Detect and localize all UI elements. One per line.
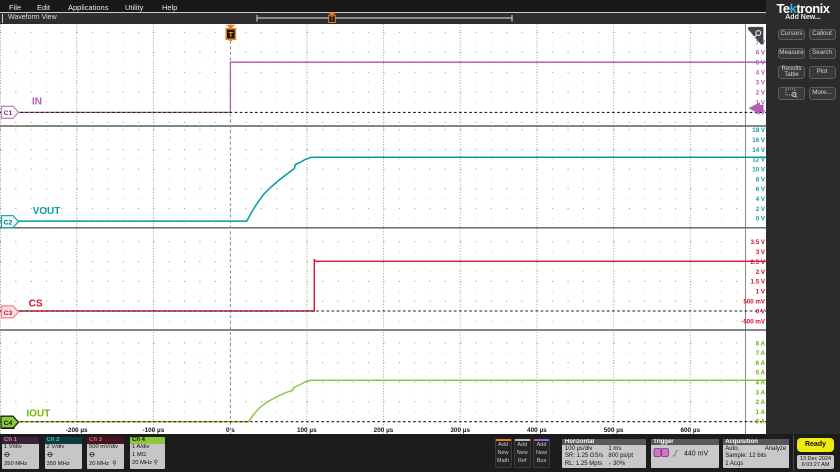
svg-text:0 A: 0 A xyxy=(756,419,766,426)
svg-text:3 A: 3 A xyxy=(756,389,766,396)
svg-text:14 V: 14 V xyxy=(752,147,766,154)
svg-text:6 A: 6 A xyxy=(756,360,766,367)
svg-text:C2: C2 xyxy=(4,220,13,227)
svg-text:2 V: 2 V xyxy=(756,90,766,97)
svg-text:300 µs: 300 µs xyxy=(450,427,470,434)
svg-text:3.5 V: 3.5 V xyxy=(751,239,766,246)
svg-text:5 A: 5 A xyxy=(756,370,766,377)
svg-text:500 µs: 500 µs xyxy=(604,427,624,434)
svg-text:T: T xyxy=(229,30,234,39)
svg-text:1.5 V: 1.5 V xyxy=(751,279,766,286)
svg-text:4 A: 4 A xyxy=(756,380,766,387)
svg-text:2 A: 2 A xyxy=(756,399,766,406)
svg-text:T: T xyxy=(330,17,334,23)
svg-text:-200 µs: -200 µs xyxy=(66,427,88,434)
svg-text:100 µs: 100 µs xyxy=(297,427,317,434)
svg-text:3 V: 3 V xyxy=(756,80,766,87)
svg-text:5 V: 5 V xyxy=(756,60,766,67)
svg-text:1 V: 1 V xyxy=(756,289,766,296)
svg-text:0 V: 0 V xyxy=(756,216,766,223)
svg-text:CS: CS xyxy=(29,299,43,310)
svg-text:0 s: 0 s xyxy=(226,427,235,434)
svg-text:2 V: 2 V xyxy=(756,269,766,276)
svg-text:16 V: 16 V xyxy=(752,137,766,144)
svg-text:2 V: 2 V xyxy=(756,206,766,213)
svg-text:500 mV: 500 mV xyxy=(743,299,766,306)
svg-text:8 V: 8 V xyxy=(756,176,766,183)
svg-text:4 V: 4 V xyxy=(756,196,766,203)
svg-text:VOUT: VOUT xyxy=(33,206,61,217)
svg-text:2.5 V: 2.5 V xyxy=(751,259,766,266)
svg-text:6 V: 6 V xyxy=(756,50,766,57)
svg-text:3 V: 3 V xyxy=(756,249,766,256)
svg-text:440 mV: 440 mV xyxy=(684,451,708,458)
svg-text:0 V: 0 V xyxy=(756,308,766,315)
svg-text:IN: IN xyxy=(32,97,42,108)
svg-text:4 V: 4 V xyxy=(756,70,766,77)
svg-text:12 V: 12 V xyxy=(752,157,766,164)
svg-text:C3: C3 xyxy=(4,310,13,317)
svg-text:400 µs: 400 µs xyxy=(527,427,547,434)
svg-text:1 A: 1 A xyxy=(756,409,766,416)
svg-text:6 V: 6 V xyxy=(756,186,766,193)
svg-text:IOUT: IOUT xyxy=(26,408,50,419)
svg-text:7 A: 7 A xyxy=(756,350,766,357)
svg-text:200 µs: 200 µs xyxy=(374,427,394,434)
svg-text:C1: C1 xyxy=(4,110,13,117)
svg-text:-500 mV: -500 mV xyxy=(741,318,766,325)
svg-text:-100 µs: -100 µs xyxy=(142,427,164,434)
svg-text:10 V: 10 V xyxy=(752,167,766,174)
svg-text:600 µs: 600 µs xyxy=(680,427,700,434)
svg-text:C4: C4 xyxy=(4,420,13,427)
svg-text:18 V: 18 V xyxy=(752,127,766,134)
svg-text:8 A: 8 A xyxy=(756,340,766,347)
